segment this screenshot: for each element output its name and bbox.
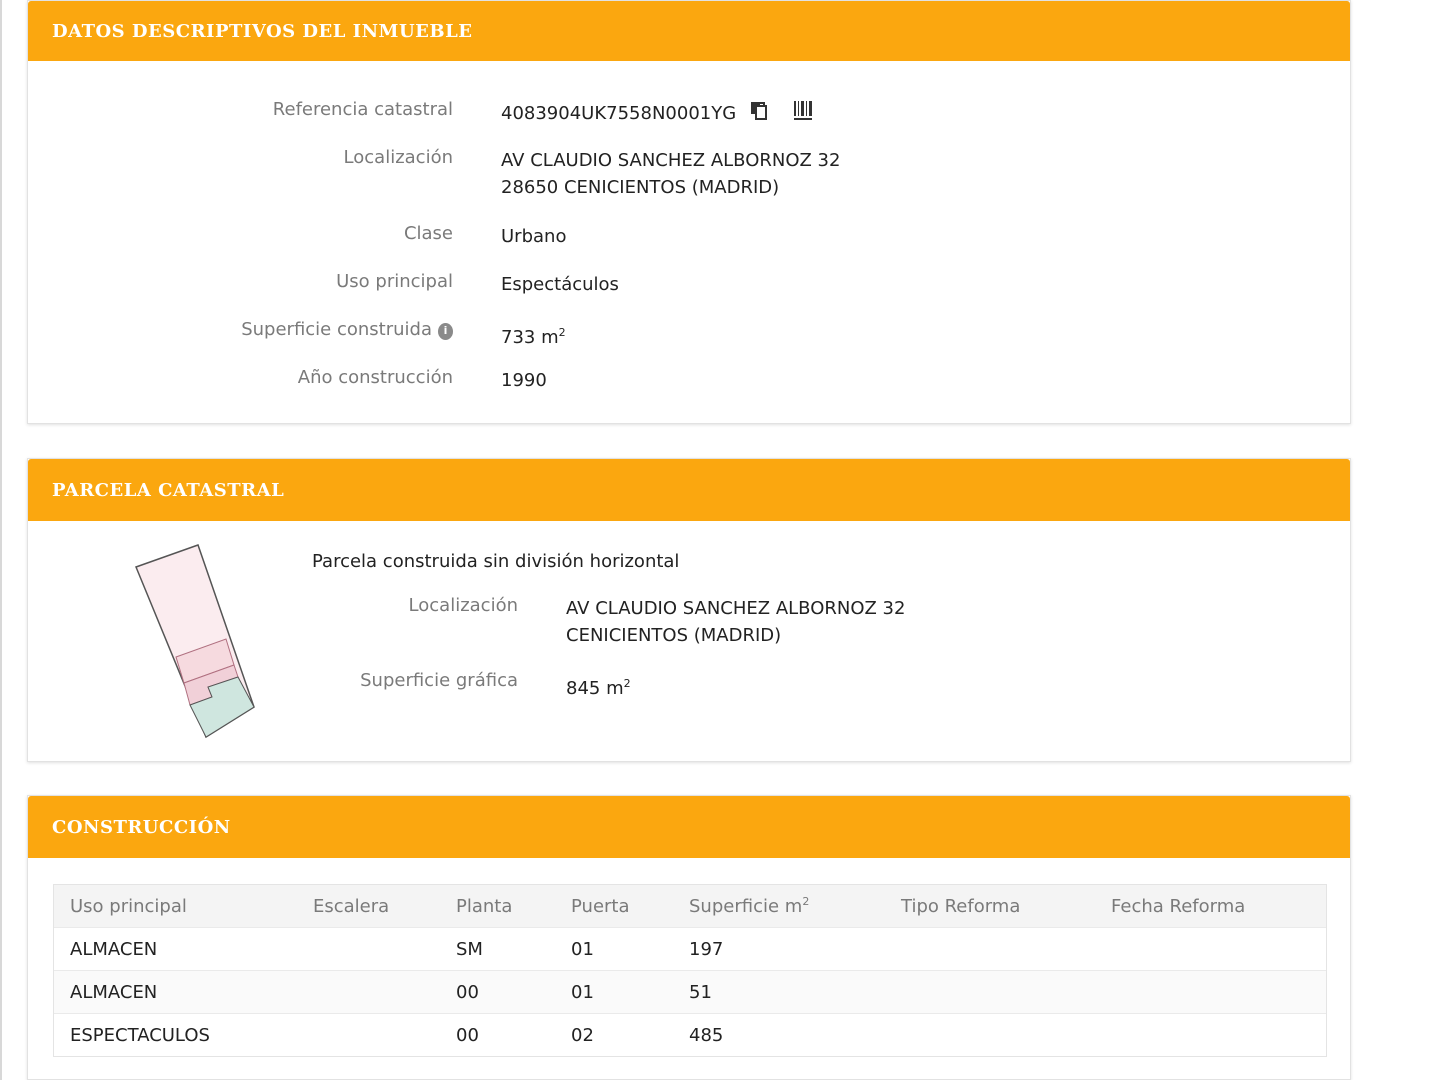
construccion-table: Uso principal Escalera Planta Puerta Sup… (54, 885, 1326, 1056)
column-header[interactable]: Planta (440, 885, 555, 928)
parcela-catastral-header: PARCELA CATASTRAL (28, 459, 1350, 521)
superficie-construida-label: Superficie construida (241, 319, 432, 340)
table-cell (297, 927, 440, 971)
referencia-value: 4083904UK7558N0001YG (501, 103, 737, 124)
parcela-superficie-label: Superficie gráfica (360, 670, 518, 691)
parcela-localizacion-label: Localización (408, 595, 518, 616)
barcode-icon[interactable] (792, 99, 814, 129)
clase-value: Urbano (501, 226, 567, 247)
table-cell (885, 927, 1095, 971)
column-header-exp: 2 (802, 895, 810, 908)
table-cell (1095, 1013, 1326, 1056)
parcela-localizacion-line2: CENICIENTOS (MADRID) (566, 625, 782, 646)
table-cell (885, 1013, 1095, 1056)
table-cell: 197 (673, 927, 885, 971)
table-cell (297, 1013, 440, 1056)
clase-label: Clase (403, 223, 453, 244)
table-cell (1095, 970, 1326, 1014)
table-cell: SM (440, 927, 555, 971)
table-cell (885, 970, 1095, 1014)
table-cell: 00 (440, 970, 555, 1014)
column-header[interactable]: Uso principal (54, 885, 297, 928)
uso-principal-label: Uso principal (336, 271, 453, 292)
table-header-row: Uso principal Escalera Planta Puerta Sup… (54, 885, 1326, 928)
column-header[interactable]: Escalera (297, 885, 440, 928)
datos-descriptivos-title: DATOS DESCRIPTIVOS DEL INMUEBLE (52, 20, 473, 42)
column-header-label: Superficie m (689, 896, 803, 917)
anio-construccion-value: 1990 (501, 370, 547, 391)
parcela-superficie-exp: 2 (623, 677, 631, 690)
copy-icon[interactable] (748, 99, 770, 129)
table-row: ALMACEN 00 01 51 (54, 970, 1326, 1014)
construccion-table-wrap: Uso principal Escalera Planta Puerta Sup… (53, 884, 1327, 1057)
anio-construccion-label: Año construcción (297, 367, 453, 388)
parcela-catastral-panel: PARCELA CATASTRAL Parcela construida sin… (27, 458, 1351, 762)
construccion-title: CONSTRUCCIÓN (52, 816, 231, 838)
info-icon[interactable]: i (438, 323, 453, 340)
window-left-edge (0, 0, 2, 1080)
column-header[interactable]: Puerta (555, 885, 673, 928)
column-header[interactable]: Superficie m2 (673, 885, 885, 928)
table-cell: 01 (555, 927, 673, 971)
table-cell: ALMACEN (54, 970, 297, 1014)
superficie-construida-value: 733 m (501, 327, 559, 348)
parcela-map[interactable] (128, 541, 268, 741)
parcela-catastral-title: PARCELA CATASTRAL (52, 479, 285, 501)
table-cell: ESPECTACULOS (54, 1013, 297, 1056)
column-header[interactable]: Tipo Reforma (885, 885, 1095, 928)
parcela-localizacion-line1: AV CLAUDIO SANCHEZ ALBORNOZ 32 (566, 598, 906, 619)
parcela-localizacion-value: AV CLAUDIO SANCHEZ ALBORNOZ 32 CENICIENT… (566, 595, 905, 649)
construccion-panel: CONSTRUCCIÓN Uso principal Escalera Plan… (27, 795, 1351, 1080)
referencia-value-wrap: 4083904UK7558N0001YG (501, 99, 814, 129)
localizacion-line2: 28650 CENICIENTOS (MADRID) (501, 177, 780, 198)
parcela-superficie-value: 845 m (566, 678, 624, 699)
table-cell: 02 (555, 1013, 673, 1056)
uso-principal-value: Espectáculos (501, 274, 619, 295)
construccion-header: CONSTRUCCIÓN (28, 796, 1350, 858)
localizacion-value: AV CLAUDIO SANCHEZ ALBORNOZ 32 28650 CEN… (501, 147, 840, 201)
superficie-construida-value-wrap: 733 m2 (501, 319, 566, 351)
datos-descriptivos-header: DATOS DESCRIPTIVOS DEL INMUEBLE (28, 1, 1350, 61)
table-row: ALMACEN SM 01 197 (54, 927, 1326, 971)
localizacion-label: Localización (343, 147, 453, 168)
table-cell: 51 (673, 970, 885, 1014)
table-cell: 01 (555, 970, 673, 1014)
superficie-construida-label-wrap: Superficie construida i (241, 319, 453, 340)
table-cell: ALMACEN (54, 927, 297, 971)
parcela-description: Parcela construida sin división horizont… (312, 551, 680, 572)
column-header[interactable]: Fecha Reforma (1095, 885, 1326, 928)
parcela-superficie-value-wrap: 845 m2 (566, 670, 631, 702)
superficie-construida-exp: 2 (558, 326, 566, 339)
table-cell (297, 970, 440, 1014)
table-cell: 00 (440, 1013, 555, 1056)
table-cell: 485 (673, 1013, 885, 1056)
table-cell (1095, 927, 1326, 971)
datos-descriptivos-panel: DATOS DESCRIPTIVOS DEL INMUEBLE Referenc… (27, 0, 1351, 424)
referencia-label: Referencia catastral (272, 99, 453, 120)
table-row: ESPECTACULOS 00 02 485 (54, 1013, 1326, 1056)
localizacion-line1: AV CLAUDIO SANCHEZ ALBORNOZ 32 (501, 150, 841, 171)
